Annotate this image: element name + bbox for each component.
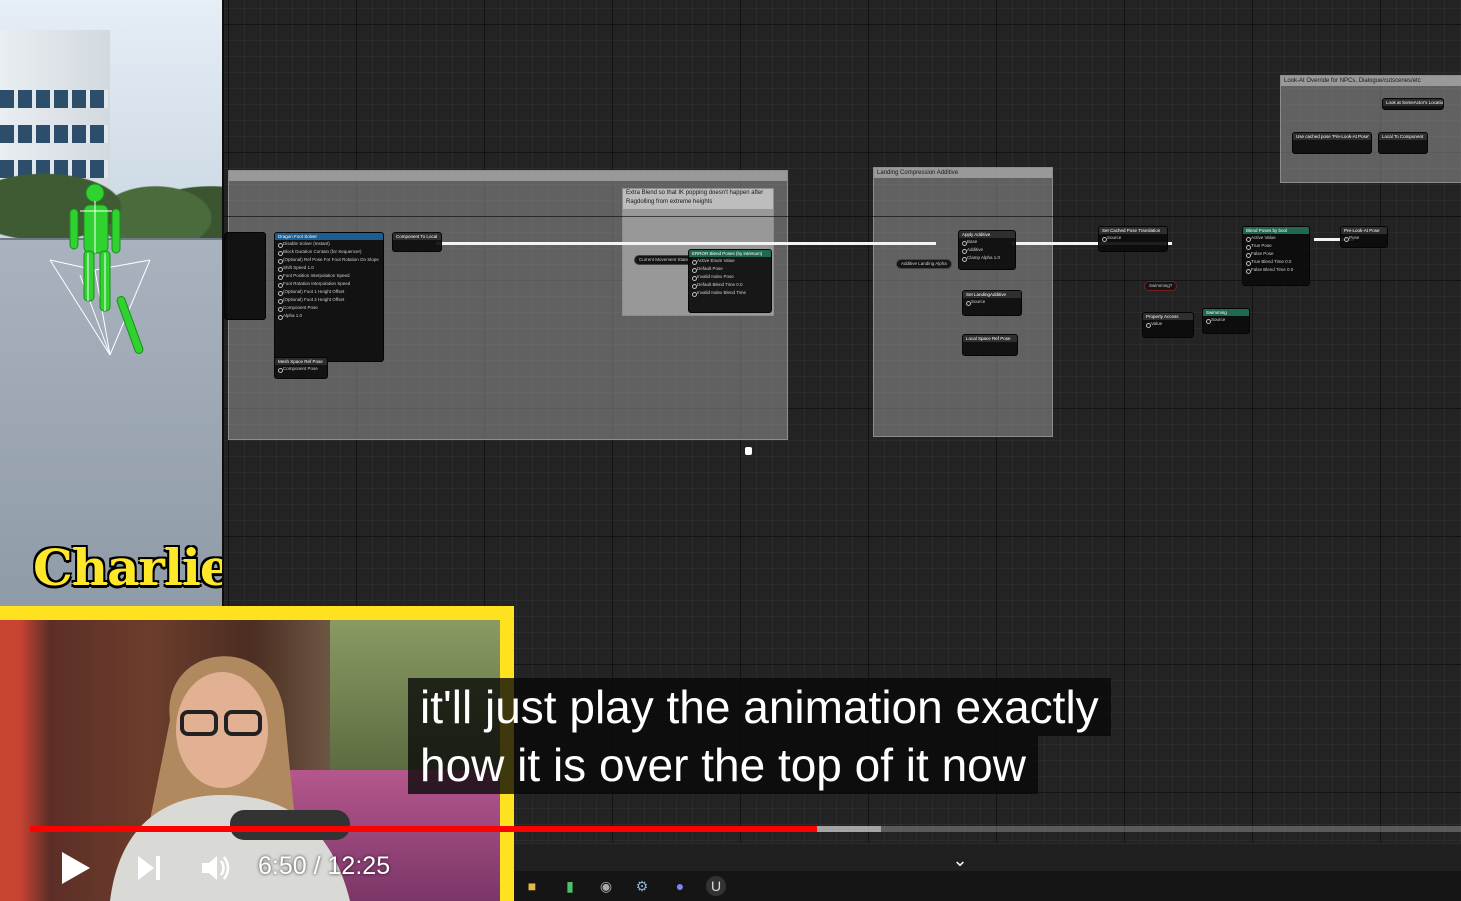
node-pin[interactable]: Default Pose <box>689 265 771 273</box>
animation-preview-viewport[interactable]: Charlie <box>0 0 224 620</box>
node-swimming-pose[interactable]: Swimming Source <box>1202 308 1250 334</box>
node-pin[interactable]: Foot Rotation Interpolation Speed <box>275 280 383 288</box>
node-pin[interactable]: Invalid Index Blend Time <box>689 289 771 297</box>
node-pin[interactable]: Alpha 1.0 <box>275 312 383 320</box>
node-pin[interactable]: True Pose <box>1243 242 1309 250</box>
file-explorer-icon[interactable]: ■ <box>522 876 542 896</box>
editor-bottom-bar <box>514 843 1461 872</box>
node-pin[interactable]: Base <box>959 238 1015 246</box>
subtitle-caption: it'll just play the animation exactly ho… <box>408 678 1111 794</box>
node-mesh-space-ref-pose[interactable]: Mesh Space Ref Pose Component Pose <box>274 357 328 379</box>
node-set-landing-additive[interactable]: Set LandingAdditive Source <box>962 290 1022 316</box>
variable-swimming[interactable]: Swimming? <box>1144 281 1178 291</box>
node-blend-poses-bool[interactable]: Blend Poses by bool Active Value True Po… <box>1242 226 1310 286</box>
node-title: Set Cached Pose Translation <box>1099 227 1167 234</box>
time-display: 6:50 / 12:25 <box>258 852 390 881</box>
chevron-down-icon[interactable]: ⌄ <box>948 848 972 872</box>
comment-title: Landing Compression Additive <box>874 168 1052 178</box>
node-pre-look-at-pose[interactable]: Pre-Look-At Pose Pose <box>1340 226 1388 248</box>
node-pin[interactable]: Clamp Alpha 1.0 <box>959 254 1015 262</box>
node-title: Local To Component <box>1379 133 1427 140</box>
time-current: 6:50 <box>258 852 307 880</box>
node-title: ERROR Blend Poses (by int/enum) <box>689 250 771 257</box>
pose-wire[interactable] <box>436 242 936 245</box>
node-title: Pre-Look-At Pose <box>1341 227 1387 234</box>
node-property-access[interactable]: Property Access Value <box>1142 312 1194 338</box>
node-partial-left[interactable] <box>224 232 266 320</box>
node-pin[interactable]: Component Pose <box>275 304 383 312</box>
time-separator: / <box>313 852 321 880</box>
volume-icon[interactable] <box>198 850 234 886</box>
node-pin[interactable]: Foot Position Interpolation Speed <box>275 272 383 280</box>
node-pin[interactable]: Block Duration Contain (for Sequencer) <box>275 248 383 256</box>
node-title: Set LandingAdditive <box>963 291 1021 298</box>
node-title: Dragon Foot Solver <box>275 233 383 240</box>
node-title: Look at SomeActor's Location <box>1383 99 1443 106</box>
node-use-cached-pre-look-at[interactable]: Use cached pose 'Pre-Look-At Pose' <box>1292 132 1372 154</box>
node-title: Mesh Space Ref Pose <box>275 358 327 365</box>
progress-played <box>30 826 818 832</box>
node-pin[interactable]: Source <box>1203 316 1249 324</box>
node-pin[interactable]: Component Pose <box>275 365 327 373</box>
node-pin[interactable]: False Pose <box>1243 250 1309 258</box>
node-pin[interactable]: False Blend Time 0.0 <box>1243 266 1309 274</box>
caption-line-1: it'll just play the animation exactly <box>408 678 1111 736</box>
comment-box-look-at-override[interactable]: Look-At Override for NPCs, Dialogue/cuts… <box>1280 75 1461 183</box>
unreal-engine-icon[interactable]: U <box>706 876 726 896</box>
comment-title: Look-At Override for NPCs, Dialogue/cuts… <box>1281 76 1461 86</box>
node-pin[interactable]: Disable Solver (Instant) <box>275 240 383 248</box>
streamer-name-label: Charlie <box>33 538 224 597</box>
node-apply-additive[interactable]: Apply Additive Base Additive Clamp Alpha… <box>958 230 1016 270</box>
node-dragon-foot-solver[interactable]: Dragon Foot Solver Disable Solver (Insta… <box>274 232 384 362</box>
node-title: Local Space Ref Pose <box>963 335 1017 342</box>
node-pin[interactable]: Default Blend Time 0.0 <box>689 281 771 289</box>
node-pin[interactable]: (Optional) Foot 1 Height Offset <box>275 288 383 296</box>
skeleton-mannequin[interactable] <box>40 175 170 375</box>
caption-line-2: how it is over the top of it now <box>408 736 1038 794</box>
time-total: 12:25 <box>327 852 391 880</box>
node-local-space-ref-pose[interactable]: Local Space Ref Pose <box>962 334 1018 356</box>
node-title: Apply Additive <box>959 231 1015 238</box>
node-title: Swimming <box>1203 309 1249 316</box>
node-pin[interactable]: Value <box>1143 320 1193 328</box>
node-title: Component To Local <box>393 233 441 240</box>
video-progress-bar[interactable] <box>30 826 1461 832</box>
node-pin[interactable]: Shift Speed 1.0 <box>275 264 383 272</box>
node-pin[interactable]: Active Enum Value <box>689 257 771 265</box>
variable-current-movement-state[interactable]: Current Movement State <box>634 255 694 265</box>
node-pin[interactable]: (Optional) Ref Pose For Foot Rotation On… <box>275 256 383 264</box>
audio-meter-icon[interactable]: ▮ <box>560 876 580 896</box>
next-video-button[interactable] <box>134 852 164 884</box>
node-component-to-local[interactable]: Component To Local <box>392 232 442 252</box>
node-blend-poses-enum[interactable]: ERROR Blend Poses (by int/enum) Active E… <box>688 249 772 313</box>
node-pin[interactable]: Invalid Index Pose <box>689 273 771 281</box>
discord-icon[interactable]: ● <box>670 876 690 896</box>
steam-icon[interactable]: ⚙ <box>632 876 652 896</box>
node-pin[interactable]: Source <box>1099 234 1167 242</box>
node-title: Blend Poses by bool <box>1243 227 1309 234</box>
node-pin[interactable]: Additive <box>959 246 1015 254</box>
pose-wire <box>222 216 1461 217</box>
mouse-cursor <box>745 447 752 455</box>
node-pin[interactable]: (Optional) Foot 2 Height Offset <box>275 296 383 304</box>
node-look-at-override[interactable]: Look at SomeActor's Location <box>1382 98 1444 110</box>
node-pin[interactable]: Active Value <box>1243 234 1309 242</box>
comment-title <box>229 171 787 181</box>
node-pin[interactable]: True Blend Time 0.0 <box>1243 258 1309 266</box>
comment-title: Extra Blend so that IK popping doesn't h… <box>623 189 773 209</box>
node-pin[interactable]: Pose <box>1341 234 1387 242</box>
node-pin[interactable]: Source <box>963 298 1021 306</box>
obs-icon[interactable]: ◉ <box>596 876 616 896</box>
node-title: Property Access <box>1143 313 1193 320</box>
windows-taskbar: ■ ▮ ◉ ⚙ ● U <box>514 871 1461 901</box>
node-local-to-component[interactable]: Local To Component <box>1378 132 1428 154</box>
node-title: Use cached pose 'Pre-Look-At Pose' <box>1293 133 1371 140</box>
node-set-cached-pose[interactable]: Set Cached Pose Translation Source <box>1098 226 1168 252</box>
play-button[interactable] <box>58 848 94 888</box>
variable-additive-landing-alpha[interactable]: Additive Landing Alpha <box>896 259 952 269</box>
